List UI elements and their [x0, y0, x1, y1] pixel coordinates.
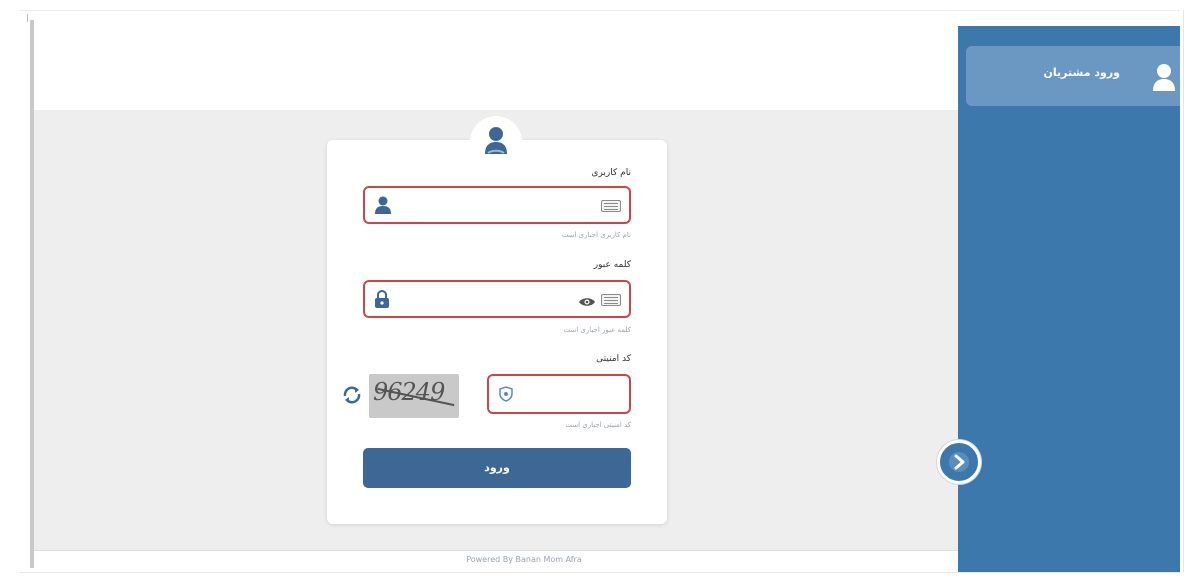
- captcha-input[interactable]: [487, 374, 631, 414]
- username-field[interactable]: [363, 186, 631, 224]
- password-field[interactable]: [363, 280, 631, 318]
- lock-icon: [375, 289, 389, 312]
- sidebar-item-customer-login[interactable]: ورود مشتریان: [966, 46, 1180, 106]
- sidebar-item-label: ورود مشتریان: [1043, 66, 1120, 79]
- keyboard-icon[interactable]: [601, 200, 621, 212]
- login-card: نام کاربری نام کاربری اجباری است کلمه عب…: [327, 140, 667, 524]
- sidebar: ورود مشتریان: [958, 26, 1180, 572]
- top-header-bar: [34, 14, 958, 110]
- user-icon: [375, 196, 391, 218]
- user-icon: [1152, 62, 1176, 92]
- password-error: کلمه عبور اجباری است: [563, 326, 631, 334]
- captcha-image: 96249: [369, 374, 459, 418]
- eye-icon[interactable]: [579, 293, 595, 312]
- captcha-error: کد امنیتی اجباری است: [565, 421, 631, 429]
- footer-powered-by: Powered By Banan Mom Afra: [466, 555, 582, 564]
- captcha-label: کد امنیتی: [596, 354, 631, 364]
- footer: Powered By Banan Mom Afra: [34, 550, 958, 572]
- username-label: نام کاربری: [591, 168, 631, 178]
- window-right-border: [1183, 10, 1184, 572]
- window-bottom-border: [20, 572, 1180, 573]
- submit-login-button[interactable]: ورود: [363, 448, 631, 488]
- window-top-border: [20, 10, 1180, 11]
- user-avatar-icon: [485, 127, 507, 154]
- card-avatar: [470, 116, 522, 168]
- password-label: کلمه عبور: [593, 260, 631, 270]
- sidebar-toggle-button[interactable]: [937, 440, 981, 484]
- keyboard-icon[interactable]: [601, 294, 621, 306]
- username-error: نام کاربری اجباری است: [561, 231, 631, 239]
- refresh-icon[interactable]: [341, 384, 363, 410]
- chevron-right-icon: [949, 452, 969, 472]
- shield-icon: [499, 386, 513, 406]
